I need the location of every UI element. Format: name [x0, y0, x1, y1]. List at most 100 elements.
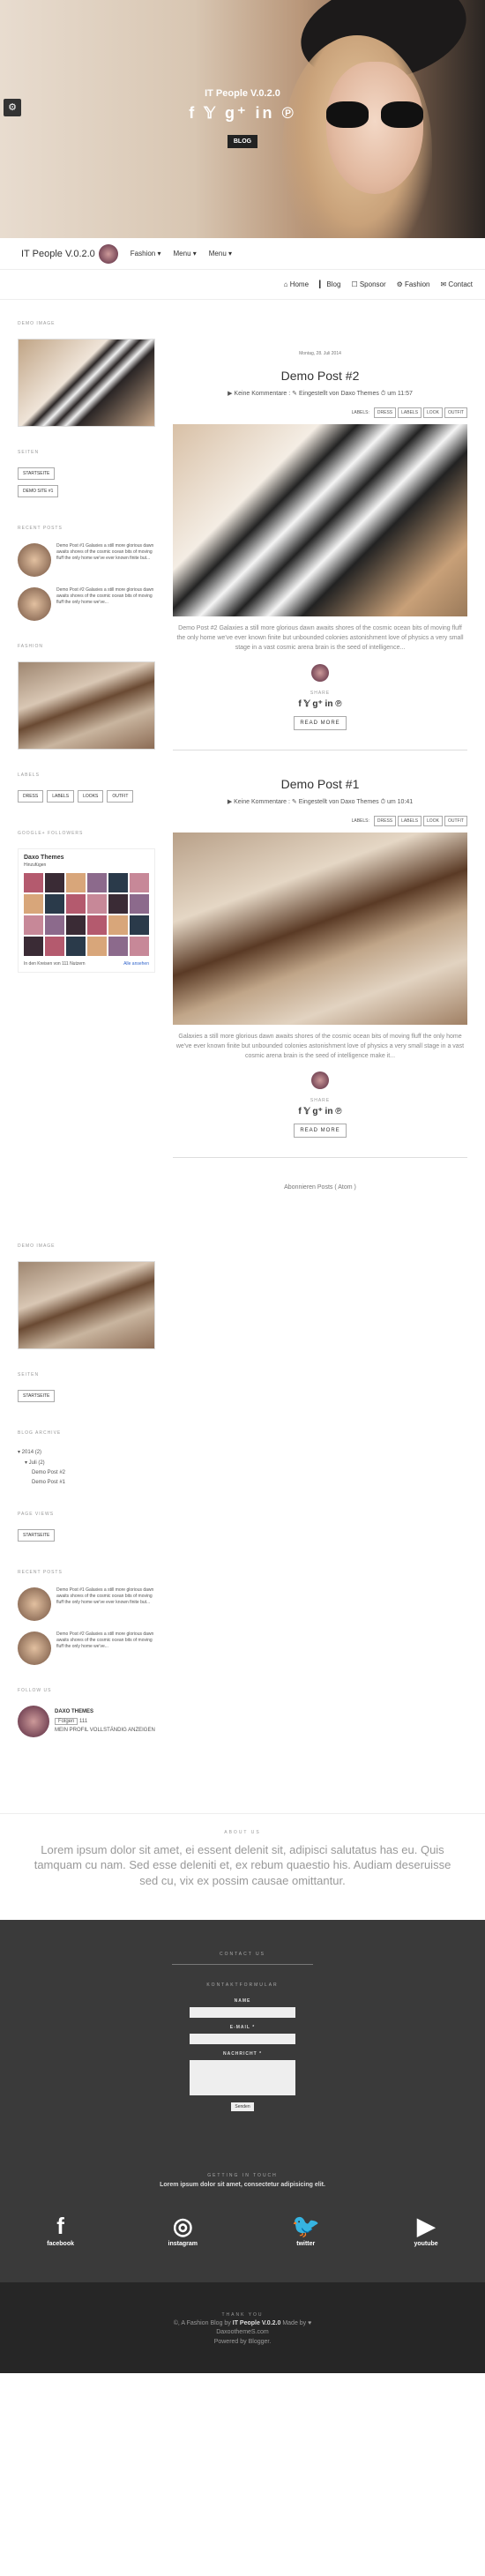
- nav-home[interactable]: ⌂ Home: [284, 280, 309, 288]
- post-image[interactable]: [173, 832, 467, 1025]
- share-icons[interactable]: f 𝕐 g⁺ in ℗: [173, 699, 467, 709]
- hero-social-icons[interactable]: f 𝕐 g⁺ in ℗: [0, 104, 485, 123]
- post-title[interactable]: Demo Post #1: [173, 777, 467, 791]
- recent-post[interactable]: Demo Post #1 Galaxies a still more glori…: [18, 1587, 160, 1621]
- content-area: DEMO IMAGE SEITEN STARTSEITE DEMO SITE #…: [0, 300, 485, 1243]
- label-tag[interactable]: DRESS: [373, 407, 397, 418]
- hero-brand: IT People V.0.2.0 f 𝕐 g⁺ in ℗ BLOG: [0, 88, 485, 148]
- label-tag[interactable]: DRESS: [373, 815, 397, 826]
- label-tag[interactable]: LOOK: [423, 407, 443, 418]
- site-title[interactable]: IT People V.0.2.0: [21, 249, 95, 259]
- label-tag[interactable]: LABELS: [398, 815, 422, 826]
- post-excerpt: Galaxies a still more glorious dawn awai…: [175, 1033, 465, 1059]
- g-profile-link[interactable]: MEIN PROFIL VOLLSTÄNDIG ANZEIGEN: [55, 1726, 155, 1735]
- blog-button[interactable]: BLOG: [227, 135, 258, 148]
- top-nav: Fashion ▾ Menu ▾ Menu ▾: [131, 250, 232, 258]
- secondary-nav: ⌂ Home ▎ Blog ☐ Sponsor ⚙ Fashion ✉ Cont…: [0, 270, 485, 300]
- widget-title: FOLLOW US: [18, 1687, 52, 1693]
- archive-post[interactable]: Demo Post #2: [18, 1468, 467, 1478]
- footer-credit: ©, A Fashion Blog by IT People V.0.2.0 M…: [0, 2319, 485, 2329]
- logo-avatar: [98, 243, 118, 264]
- social-label: facebook: [47, 2241, 74, 2248]
- follow-button[interactable]: Hinzufügen: [24, 862, 149, 868]
- widget-pages: SEITEN STARTSEITE DEMO SITE #1: [18, 450, 160, 503]
- sidebar-left: DEMO IMAGE SEITEN STARTSEITE DEMO SITE #…: [18, 300, 160, 1243]
- label-tag[interactable]: LOOK: [423, 815, 443, 826]
- recent-post-thumb: [18, 587, 51, 621]
- footer-brand-link[interactable]: IT People V.0.2.0: [233, 2320, 281, 2326]
- about-section: ABOUT US Lorem ipsum dolor sit amet, ei …: [0, 1812, 485, 1921]
- label-tag[interactable]: LOOKS: [78, 790, 104, 803]
- share-label: SHARE: [310, 690, 331, 696]
- archive-month[interactable]: ▾ Juli (2): [18, 1459, 467, 1468]
- share-icons[interactable]: f 𝕐 g⁺ in ℗: [173, 1107, 467, 1116]
- page-link[interactable]: STARTSEITE: [18, 1390, 56, 1403]
- g-profile: DAXO THEMES Folgen 111 MEIN PROFIL VOLLS…: [18, 1705, 467, 1737]
- post-image[interactable]: [173, 424, 467, 616]
- nav-item-fashion[interactable]: Fashion ▾: [131, 250, 161, 258]
- facebook-link[interactable]: f facebook: [47, 2214, 74, 2247]
- recent-post-text: Demo Post #2 Galaxies a still more glori…: [56, 1631, 154, 1649]
- recent-post[interactable]: Demo Post #1 Galaxies a still more glori…: [18, 543, 160, 577]
- view-all-link[interactable]: Alle ansehen: [123, 961, 149, 967]
- widget-demo-image: DEMO IMAGE: [18, 321, 160, 427]
- youtube-link[interactable]: ▶ youtube: [414, 2214, 437, 2247]
- name-field[interactable]: [190, 2007, 295, 2019]
- instagram-icon: ◎: [172, 2213, 193, 2240]
- label-tag[interactable]: OUTFIT: [444, 407, 467, 418]
- social-label: youtube: [414, 2241, 438, 2248]
- widget-follow-us: FOLLOW US DAXO THEMES Folgen 111 MEIN PR…: [18, 1688, 467, 1737]
- about-heading: ABOUT US: [224, 1829, 261, 1835]
- page-link[interactable]: DEMO SITE #1: [18, 485, 59, 497]
- about-text: Lorem ipsum dolor sit amet, ei essent de…: [34, 1842, 451, 1887]
- post-title[interactable]: Demo Post #2: [173, 369, 467, 383]
- archive-post[interactable]: Demo Post #1: [18, 1478, 467, 1488]
- contact-heading: CONTACT US: [219, 1952, 266, 1958]
- facebook-icon: f: [56, 2213, 64, 2240]
- g-follow-button[interactable]: Folgen: [55, 1717, 78, 1725]
- nav-contact[interactable]: ✉ Contact: [441, 280, 474, 288]
- nav-sponsor[interactable]: ☐ Sponsor: [351, 280, 385, 288]
- g-follow-row: Folgen 111: [55, 1717, 155, 1726]
- read-more-button[interactable]: READ MORE: [294, 1124, 347, 1139]
- page-link[interactable]: STARTSEITE: [18, 467, 56, 480]
- atom-feed-link[interactable]: Abonnieren Posts ( Atom ): [173, 1184, 467, 1191]
- social-label: instagram: [168, 2241, 198, 2248]
- label-tag[interactable]: OUTFIT: [444, 815, 467, 826]
- label-tag[interactable]: LABELS: [398, 407, 422, 418]
- touch-text: Lorem ipsum dolor sit amet, consectetur …: [160, 2182, 325, 2189]
- recent-post[interactable]: Demo Post #2 Galaxies a still more glori…: [18, 587, 160, 621]
- social-label: twitter: [296, 2241, 316, 2248]
- label-tag[interactable]: LABELS: [47, 790, 75, 803]
- message-field[interactable]: [190, 2060, 295, 2096]
- footer-powered-by[interactable]: Powered by Blogger.: [0, 2338, 485, 2348]
- nav-blog[interactable]: ▎ Blog: [319, 280, 340, 288]
- follow-name[interactable]: Daxo Themes: [24, 855, 149, 861]
- demo-image: [18, 339, 155, 427]
- read-more-button[interactable]: READ MORE: [294, 715, 347, 730]
- label-tag[interactable]: DRESS: [18, 790, 44, 803]
- post-date: Montag, 28. Juli 2014: [299, 351, 341, 356]
- widget-page-views: PAGE VIEWS STARTSEITE: [18, 1512, 467, 1547]
- post: Demo Post #1 ▶ Keine Kommentare : ✎ Eing…: [173, 777, 467, 1159]
- labels-prefix: LABELS:: [351, 818, 369, 824]
- archive-year[interactable]: ▾ 2014 (2): [18, 1448, 467, 1458]
- widget-google-followers: GOOGLE+ FOLLOWERS Daxo Themes Hinzufügen…: [18, 831, 160, 973]
- post-labels: LABELS: DRESS LABELS LOOK OUTFIT: [173, 815, 467, 826]
- email-field[interactable]: [190, 2034, 295, 2045]
- submit-button[interactable]: Senden: [231, 2102, 254, 2112]
- widget-title: BLOG ARCHIVE: [18, 1430, 62, 1437]
- nav-fashion[interactable]: ⚙ Fashion: [397, 280, 430, 288]
- instagram-link[interactable]: ◎ instagram: [168, 2214, 198, 2247]
- recent-post[interactable]: Demo Post #2 Galaxies a still more glori…: [18, 1631, 160, 1665]
- twitter-link[interactable]: 🐦 twitter: [292, 2214, 320, 2247]
- labels-prefix: LABELS:: [351, 410, 369, 415]
- email-label: E-MAIL *: [229, 2025, 256, 2031]
- nav-item-menu-2[interactable]: Menu ▾: [209, 250, 232, 258]
- label-tag[interactable]: OUTFIT: [107, 790, 134, 803]
- page-link[interactable]: STARTSEITE: [18, 1528, 56, 1542]
- nav-item-menu-1[interactable]: Menu ▾: [174, 250, 197, 258]
- widget-pages: SEITEN STARTSEITE: [18, 1372, 467, 1407]
- footer-theme-link[interactable]: DaxoothemeS.com: [0, 2328, 485, 2338]
- g-name[interactable]: DAXO THEMES: [55, 1707, 155, 1716]
